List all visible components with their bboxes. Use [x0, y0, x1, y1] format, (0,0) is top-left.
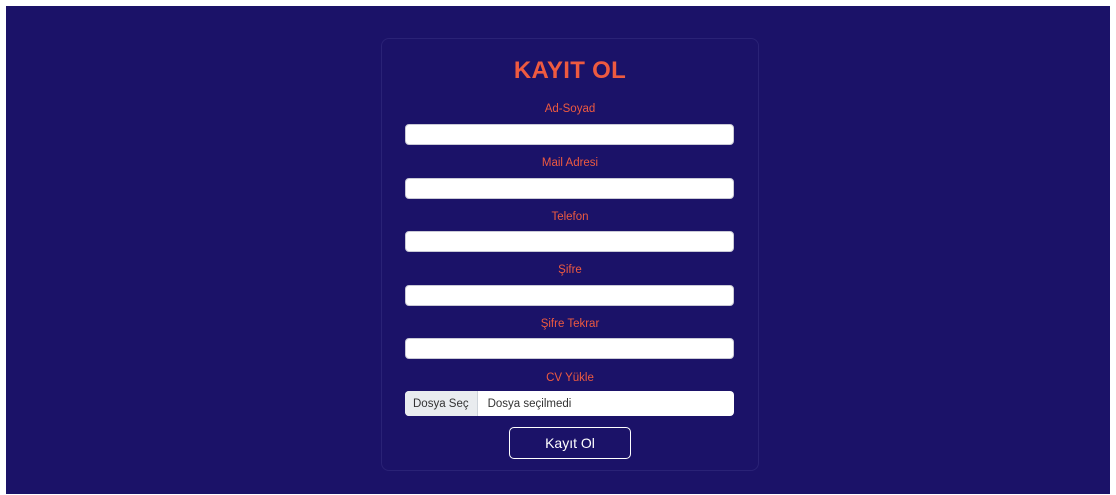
phone-label: Telefon [551, 211, 589, 223]
file-status-text: Dosya seçilmedi [487, 397, 572, 410]
name-input[interactable] [405, 124, 734, 145]
phone-input[interactable] [405, 231, 734, 252]
registration-form: KAYIT OL Ad-Soyad Mail Adresi Telefon Şi… [381, 38, 759, 471]
choose-file-button[interactable]: Dosya Seç [405, 391, 478, 416]
email-input[interactable] [405, 178, 734, 199]
password-label: Şifre [558, 264, 582, 276]
email-label: Mail Adresi [541, 157, 599, 169]
cv-upload-label: CV Yükle [546, 372, 594, 384]
page-background: KAYIT OL Ad-Soyad Mail Adresi Telefon Şi… [6, 6, 1110, 494]
form-title: KAYIT OL [513, 57, 627, 84]
cv-file-input[interactable]: Dosya Seç Dosya seçilmedi [405, 391, 734, 416]
password-input[interactable] [405, 285, 734, 306]
password-confirm-label: Şifre Tekrar [540, 318, 600, 330]
name-label: Ad-Soyad [544, 103, 596, 115]
register-button[interactable]: Kayıt Ol [509, 427, 631, 459]
password-confirm-input[interactable] [405, 338, 734, 359]
